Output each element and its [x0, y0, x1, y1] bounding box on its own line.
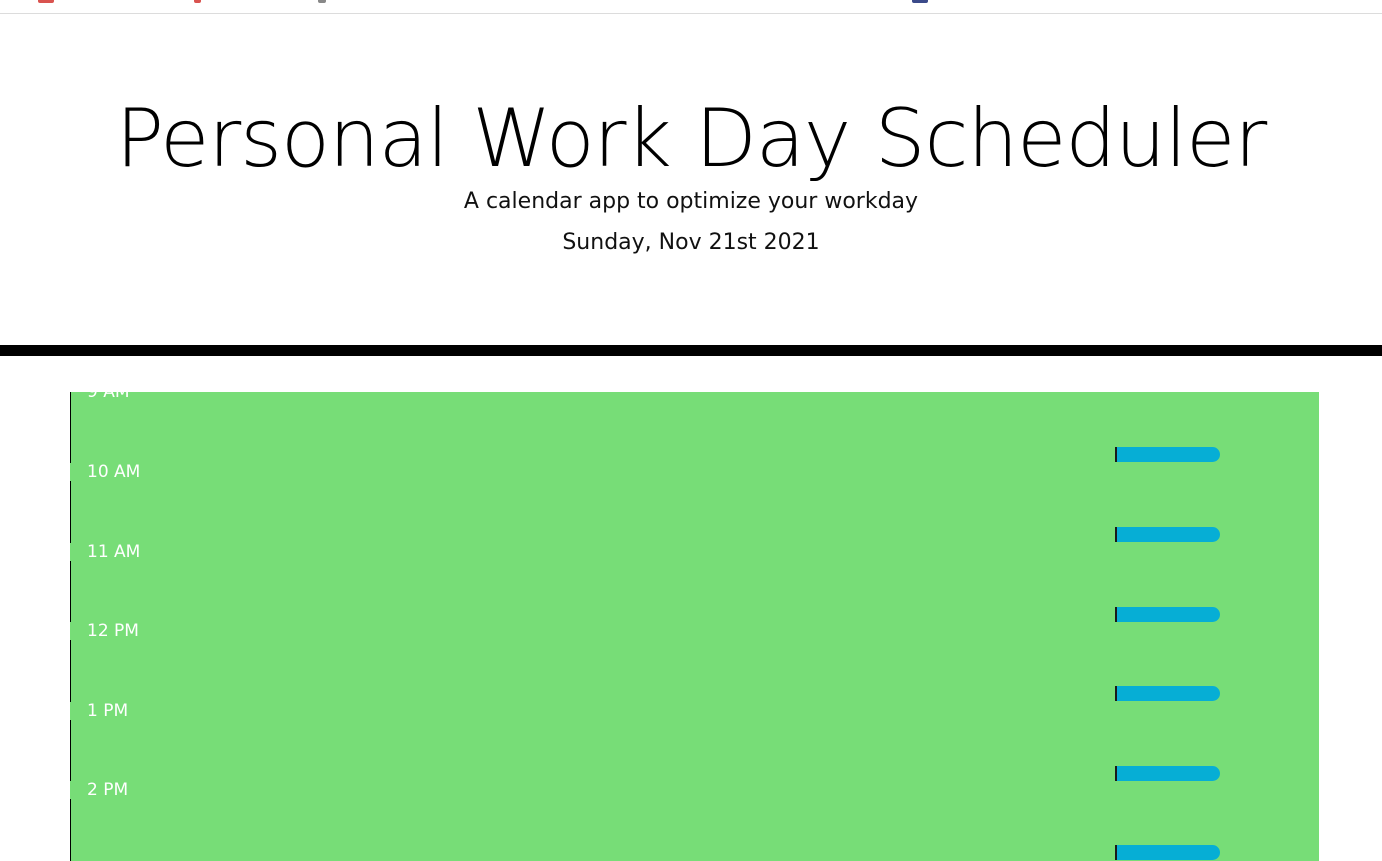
page-subtitle: A calendar app to optimize your workday: [463, 189, 919, 214]
event-description-input[interactable]: [160, 463, 1115, 543]
event-description-input[interactable]: [160, 543, 1115, 623]
event-description-input[interactable]: [160, 622, 1115, 702]
hour-cell: 1 PM: [70, 701, 160, 782]
save-button[interactable]: [1115, 607, 1220, 622]
time-block-row: 9 AM: [70, 392, 1319, 463]
hour-notch: [70, 543, 72, 561]
browser-bookmarks-bar: [0, 0, 1382, 14]
hour-cell: 11 AM: [70, 542, 160, 623]
page-title: Personal Work Day Scheduler: [115, 92, 1267, 185]
event-description-input[interactable]: [160, 392, 1115, 463]
hour-notch: [70, 702, 72, 720]
hour-notch: [70, 622, 72, 640]
save-button[interactable]: [1115, 447, 1220, 462]
hour-notch: [70, 781, 72, 799]
jumbotron-header: Personal Work Day Scheduler A calendar a…: [0, 14, 1382, 345]
time-block-row: 2 PM: [70, 780, 1319, 861]
bookmark-icon[interactable]: [318, 0, 326, 3]
header-divider: [0, 345, 1382, 356]
save-button[interactable]: [1115, 686, 1220, 701]
hour-label: 10 AM: [87, 462, 141, 482]
save-button[interactable]: [1115, 766, 1220, 781]
event-description-input[interactable]: [160, 781, 1115, 861]
current-day: Sunday, Nov 21st 2021: [562, 230, 820, 255]
hour-notch: [70, 463, 72, 481]
save-button[interactable]: [1115, 845, 1220, 860]
hour-cell: 12 PM: [70, 621, 160, 702]
save-button[interactable]: [1115, 527, 1220, 542]
hour-label: 2 PM: [87, 780, 129, 800]
event-description-input[interactable]: [160, 702, 1115, 782]
hour-label: 11 AM: [87, 542, 141, 562]
hour-label: 1 PM: [87, 701, 129, 721]
time-block-row: 11 AM: [70, 542, 1319, 623]
time-block-row: 10 AM: [70, 462, 1319, 543]
bookmark-icon[interactable]: [38, 0, 54, 3]
bookmark-icon[interactable]: [912, 0, 928, 3]
hour-cell: 10 AM: [70, 462, 160, 543]
hour-label: 12 PM: [87, 621, 139, 641]
time-block-row: 1 PM: [70, 701, 1319, 782]
hour-label: 9 AM: [87, 392, 130, 402]
time-block-row: 12 PM: [70, 621, 1319, 702]
hour-cell: 9 AM: [70, 392, 160, 463]
schedule-container: 9 AM 10 AM 11 AM 12 PM 1 PM 2 PM: [70, 392, 1319, 861]
bookmark-icon[interactable]: [194, 0, 201, 3]
hour-cell: 2 PM: [70, 780, 160, 861]
